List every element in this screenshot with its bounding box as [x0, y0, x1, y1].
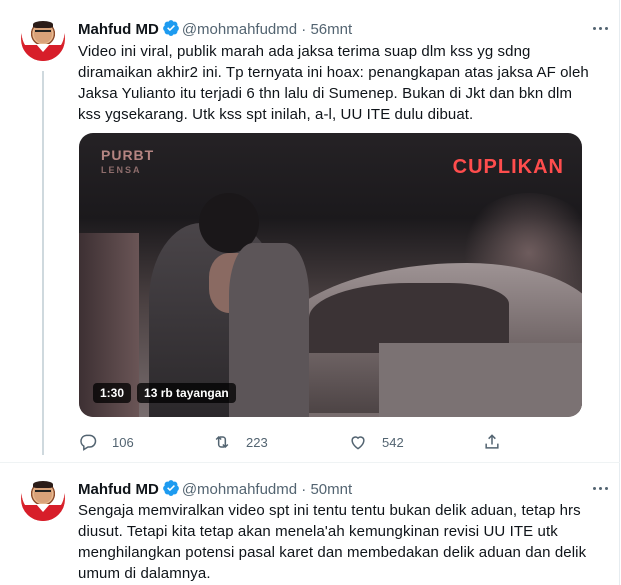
- video-floor: [379, 343, 582, 417]
- tweet-1[interactable]: Mahfud MD @mohmahfudmd · 56mnt Video ini …: [0, 0, 620, 462]
- tweet-actions: 106 223 542: [78, 430, 578, 454]
- tweet-text-line: kss ygsekarang. Utk kss spt inilah, a-l,…: [78, 106, 474, 123]
- avatar[interactable]: [21, 17, 65, 61]
- video-person-right: [229, 243, 309, 417]
- tweet-text-line: diramaikan akhir2 ini. Tp ternyata ini h…: [78, 64, 589, 81]
- video-player[interactable]: PURBT LENSA CUPLIKAN 1:30 13 rb tayangan: [79, 133, 582, 417]
- avatar-glasses: [35, 490, 51, 495]
- retweet-icon: [215, 435, 229, 449]
- video-watermark-sub: LENSA: [101, 165, 142, 175]
- tweet-timestamp[interactable]: 50mnt: [310, 481, 352, 498]
- like-count: 542: [382, 434, 404, 450]
- reply-count: 106: [112, 434, 134, 450]
- video-stats: 1:30 13 rb tayangan: [93, 383, 236, 403]
- video-views: 13 rb tayangan: [137, 383, 236, 403]
- reply-button[interactable]: 106: [78, 430, 134, 454]
- tweet-text-line: umum di dalamnya.: [78, 565, 211, 582]
- avatar-hair: [33, 481, 53, 488]
- video-duration: 1:30: [93, 383, 132, 403]
- more-options-icon[interactable]: [591, 20, 611, 36]
- video-watermark-logo: PURBT LENSA: [101, 147, 154, 175]
- tweet-text: Video ini viral, publik marah ada jaksa …: [78, 41, 590, 125]
- tweet-text-line: Video ini viral, publik marah ada jaksa …: [78, 43, 531, 60]
- more-options-icon[interactable]: [591, 480, 611, 496]
- tweet-header: Mahfud MD @mohmahfudmd · 50mnt: [78, 479, 352, 498]
- separator-dot: ·: [301, 481, 307, 498]
- video-watermark-text: PURBT: [101, 147, 155, 163]
- like-icon: [351, 436, 365, 450]
- avatar[interactable]: [21, 477, 65, 521]
- tweet-text-line: diusut. Tetapi kita tetap akan menela'ah…: [78, 523, 558, 540]
- video-overlay-label: CUPLIKAN: [452, 156, 564, 178]
- tweet-2[interactable]: Mahfud MD @mohmahfudmd · 50mnt Sengaja me…: [0, 463, 620, 585]
- author-name[interactable]: Mahfud MD: [78, 21, 159, 38]
- reply-icon: [80, 434, 97, 451]
- share-icon: [485, 434, 499, 449]
- author-handle[interactable]: @mohmahfudmd: [182, 481, 297, 498]
- avatar-glasses: [35, 30, 51, 35]
- avatar-hair: [33, 21, 53, 28]
- author-name[interactable]: Mahfud MD: [78, 481, 159, 498]
- tweet-timestamp[interactable]: 56mnt: [310, 21, 352, 38]
- tweet-text: Sengaja memviralkan video spt ini tentu …: [78, 500, 590, 584]
- share-button[interactable]: [482, 430, 502, 454]
- thread-line: [42, 71, 44, 455]
- tweet-text-line: Sengaja memviralkan video spt ini tentu …: [78, 502, 581, 519]
- author-handle[interactable]: @mohmahfudmd: [182, 21, 297, 38]
- separator-dot: ·: [301, 21, 307, 38]
- retweet-button[interactable]: 223: [212, 430, 268, 454]
- tweet-text-line: menghilangkan potensi pasal karet dan me…: [78, 544, 587, 561]
- verified-badge-icon: [162, 19, 180, 41]
- verified-badge-icon: [162, 479, 180, 501]
- tweet-text-line: Jaksa Yulianto itu terjadi 6 thn lalu di…: [78, 85, 573, 102]
- like-button[interactable]: 542: [348, 430, 404, 454]
- retweet-count: 223: [246, 434, 268, 450]
- tweet-header: Mahfud MD @mohmahfudmd · 56mnt: [78, 19, 352, 38]
